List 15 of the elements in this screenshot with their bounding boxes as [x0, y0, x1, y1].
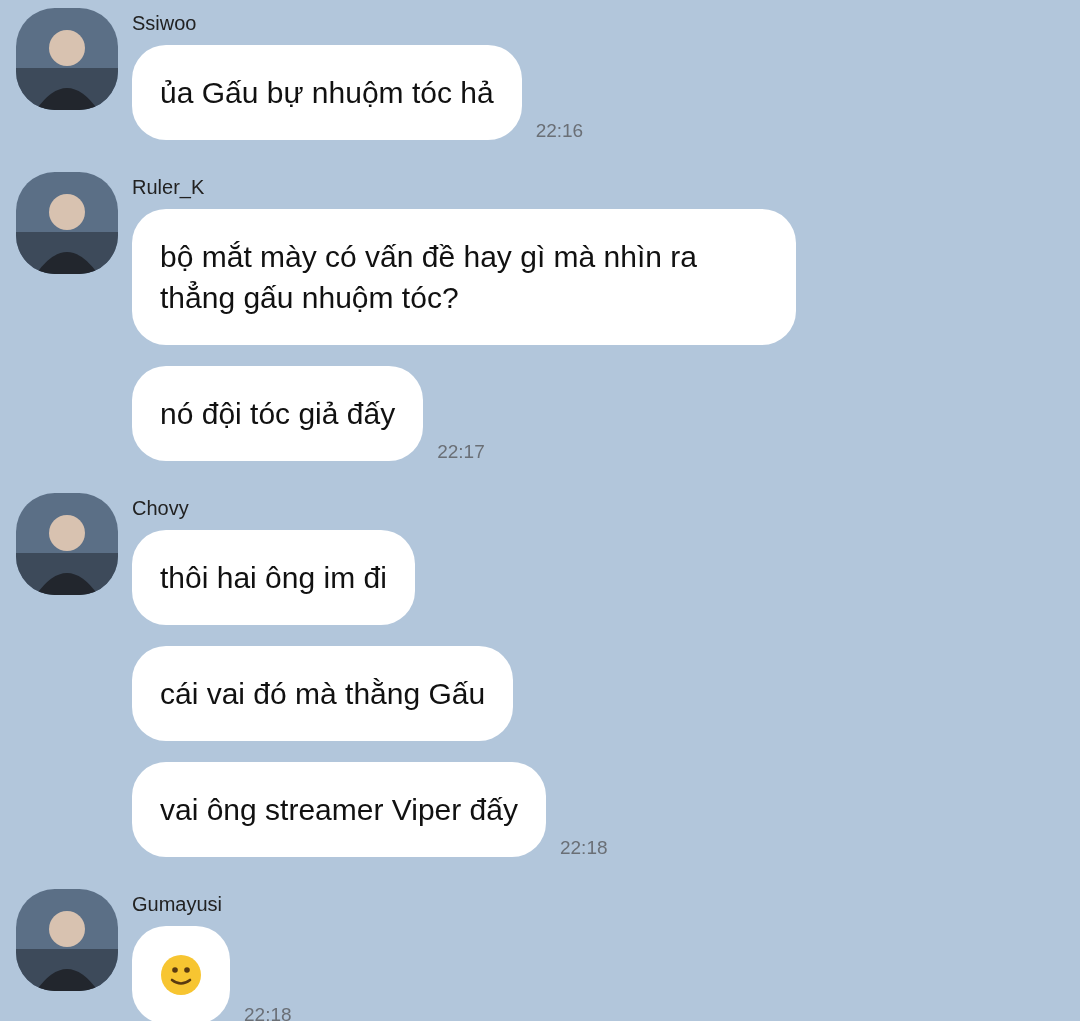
message-bubble: bộ mắt mày có vấn đề hay gì mà nhìn ra thẳng gấu nhuộm tóc?	[132, 209, 796, 345]
smiley-icon	[160, 954, 202, 996]
message-bubble: ủa Gấu bự nhuộm tóc hả	[132, 45, 522, 140]
sender-name: Chovy	[132, 496, 190, 521]
message-time: 22:16	[535, 120, 584, 142]
message-bubble: cái vai đó mà thằng Gấu	[132, 646, 514, 741]
message-bubble: vai ông streamer Viper đấy	[132, 762, 546, 857]
message-time: 22:17	[437, 441, 485, 463]
message-bubble: thôi hai ông im đi	[132, 530, 415, 625]
sender-name: Ruler_K	[132, 175, 206, 201]
message-time: 22:18	[559, 837, 608, 859]
sender-name: Ssiwoo	[132, 11, 198, 36]
message-time: 22:18	[244, 1004, 292, 1021]
sender-name: Gumayusi	[132, 892, 224, 917]
message-bubble: nó đội tóc giả đấy	[132, 366, 424, 461]
